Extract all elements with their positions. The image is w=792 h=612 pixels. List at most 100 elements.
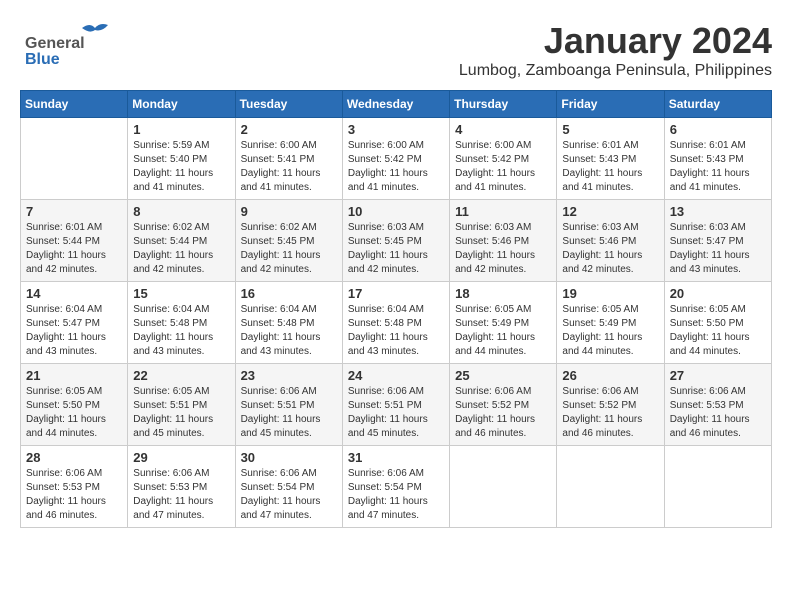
day-info: Sunrise: 5:59 AMSunset: 5:40 PMDaylight:…: [133, 139, 229, 195]
calendar-cell: 1 Sunrise: 5:59 AMSunset: 5:40 PMDaylight…: [128, 118, 235, 200]
weekday-header-saturday: Saturday: [664, 91, 771, 118]
calendar-header: SundayMondayTuesdayWednesdayThursdayFrid…: [21, 91, 772, 118]
calendar-cell: 5 Sunrise: 6:01 AMSunset: 5:43 PMDaylight…: [557, 118, 664, 200]
calendar-cell: 31Sunrise: 6:06 AMSunset: 5:54 PMDayligh…: [342, 446, 449, 528]
day-info: Sunrise: 6:05 AMSunset: 5:49 PMDaylight:…: [455, 303, 551, 359]
calendar-cell: [21, 118, 128, 200]
day-info: Sunrise: 6:06 AMSunset: 5:53 PMDaylight:…: [26, 467, 122, 523]
calendar-cell: 12 Sunrise: 6:03 AMSunset: 5:46 PMDayligh…: [557, 200, 664, 282]
day-number: 17: [348, 286, 444, 301]
day-info: Sunrise: 6:05 AMSunset: 5:50 PMDaylight:…: [26, 385, 122, 441]
day-number: 14: [26, 286, 122, 301]
weekday-header-wednesday: Wednesday: [342, 91, 449, 118]
calendar-cell: 21Sunrise: 6:05 AMSunset: 5:50 PMDayligh…: [21, 364, 128, 446]
day-info: Sunrise: 6:03 AMSunset: 5:46 PMDaylight:…: [455, 221, 551, 277]
calendar-cell: 4Sunrise: 6:00 AMSunset: 5:42 PMDaylight…: [450, 118, 557, 200]
weekday-header-friday: Friday: [557, 91, 664, 118]
calendar-cell: 16 Sunrise: 6:04 AMSunset: 5:48 PMDayligh…: [235, 282, 342, 364]
weekday-header-row: SundayMondayTuesdayWednesdayThursdayFrid…: [21, 91, 772, 118]
calendar-cell: [557, 446, 664, 528]
day-number: 20: [670, 286, 766, 301]
day-info: Sunrise: 6:04 AMSunset: 5:48 PMDaylight:…: [241, 303, 337, 359]
day-number: 29: [133, 450, 229, 465]
day-number: 23: [241, 368, 337, 383]
calendar-table: SundayMondayTuesdayWednesdayThursdayFrid…: [20, 90, 772, 528]
calendar-cell: 20Sunrise: 6:05 AMSunset: 5:50 PMDayligh…: [664, 282, 771, 364]
day-info: Sunrise: 6:06 AMSunset: 5:51 PMDaylight:…: [241, 385, 337, 441]
calendar-cell: 24Sunrise: 6:06 AMSunset: 5:51 PMDayligh…: [342, 364, 449, 446]
calendar-cell: 11 Sunrise: 6:03 AMSunset: 5:46 PMDayligh…: [450, 200, 557, 282]
calendar-week-4: 28 Sunrise: 6:06 AMSunset: 5:53 PMDayligh…: [21, 446, 772, 528]
day-number: 9: [241, 204, 337, 219]
weekday-header-monday: Monday: [128, 91, 235, 118]
day-number: 22: [133, 368, 229, 383]
svg-text:Blue: Blue: [25, 51, 60, 68]
day-info: Sunrise: 6:04 AMSunset: 5:47 PMDaylight:…: [26, 303, 122, 359]
calendar-cell: 9 Sunrise: 6:02 AMSunset: 5:45 PMDaylight…: [235, 200, 342, 282]
calendar-cell: [664, 446, 771, 528]
day-number: 10: [348, 204, 444, 219]
day-info: Sunrise: 6:06 AMSunset: 5:51 PMDaylight:…: [348, 385, 444, 441]
day-info: Sunrise: 6:03 AMSunset: 5:47 PMDaylight:…: [670, 221, 766, 277]
day-info: Sunrise: 6:06 AMSunset: 5:53 PMDaylight:…: [670, 385, 766, 441]
weekday-header-sunday: Sunday: [21, 91, 128, 118]
day-number: 16: [241, 286, 337, 301]
day-info: Sunrise: 6:05 AMSunset: 5:51 PMDaylight:…: [133, 385, 229, 441]
day-info: Sunrise: 6:01 AMSunset: 5:44 PMDaylight:…: [26, 221, 122, 277]
day-info: Sunrise: 6:06 AMSunset: 5:52 PMDaylight:…: [455, 385, 551, 441]
calendar-week-3: 21Sunrise: 6:05 AMSunset: 5:50 PMDayligh…: [21, 364, 772, 446]
day-info: Sunrise: 6:04 AMSunset: 5:48 PMDaylight:…: [133, 303, 229, 359]
calendar-cell: 25 Sunrise: 6:06 AMSunset: 5:52 PMDayligh…: [450, 364, 557, 446]
calendar-cell: 2 Sunrise: 6:00 AMSunset: 5:41 PMDaylight…: [235, 118, 342, 200]
calendar-cell: 7 Sunrise: 6:01 AMSunset: 5:44 PMDaylight…: [21, 200, 128, 282]
day-info: Sunrise: 6:03 AMSunset: 5:46 PMDaylight:…: [562, 221, 658, 277]
calendar-week-1: 7 Sunrise: 6:01 AMSunset: 5:44 PMDaylight…: [21, 200, 772, 282]
calendar-cell: 3Sunrise: 6:00 AMSunset: 5:42 PMDaylight…: [342, 118, 449, 200]
day-number: 7: [26, 204, 122, 219]
day-number: 25: [455, 368, 551, 383]
day-info: Sunrise: 6:00 AMSunset: 5:41 PMDaylight:…: [241, 139, 337, 195]
day-number: 2: [241, 122, 337, 137]
day-number: 28: [26, 450, 122, 465]
calendar-cell: 13 Sunrise: 6:03 AMSunset: 5:47 PMDayligh…: [664, 200, 771, 282]
day-info: Sunrise: 6:06 AMSunset: 5:52 PMDaylight:…: [562, 385, 658, 441]
day-number: 18: [455, 286, 551, 301]
calendar-week-0: 1 Sunrise: 5:59 AMSunset: 5:40 PMDaylight…: [21, 118, 772, 200]
day-number: 5: [562, 122, 658, 137]
day-number: 6: [670, 122, 766, 137]
day-number: 8: [133, 204, 229, 219]
day-info: Sunrise: 6:01 AMSunset: 5:43 PMDaylight:…: [562, 139, 658, 195]
calendar-cell: 27 Sunrise: 6:06 AMSunset: 5:53 PMDayligh…: [664, 364, 771, 446]
calendar-cell: 15 Sunrise: 6:04 AMSunset: 5:48 PMDayligh…: [128, 282, 235, 364]
day-number: 15: [133, 286, 229, 301]
day-info: Sunrise: 6:06 AMSunset: 5:54 PMDaylight:…: [241, 467, 337, 523]
title-block: January 2024 Lumbog, Zamboanga Peninsula…: [459, 20, 772, 80]
calendar-cell: [450, 446, 557, 528]
calendar-cell: 23 Sunrise: 6:06 AMSunset: 5:51 PMDayligh…: [235, 364, 342, 446]
weekday-header-thursday: Thursday: [450, 91, 557, 118]
page-header: General Blue January 2024 Lumbog, Zamboa…: [20, 20, 772, 80]
calendar-cell: 29 Sunrise: 6:06 AMSunset: 5:53 PMDayligh…: [128, 446, 235, 528]
day-number: 12: [562, 204, 658, 219]
day-number: 13: [670, 204, 766, 219]
calendar-cell: 6 Sunrise: 6:01 AMSunset: 5:43 PMDaylight…: [664, 118, 771, 200]
day-number: 27: [670, 368, 766, 383]
day-info: Sunrise: 6:06 AMSunset: 5:54 PMDaylight:…: [348, 467, 444, 523]
calendar-body: 1 Sunrise: 5:59 AMSunset: 5:40 PMDaylight…: [21, 118, 772, 528]
day-info: Sunrise: 6:06 AMSunset: 5:53 PMDaylight:…: [133, 467, 229, 523]
day-info: Sunrise: 6:00 AMSunset: 5:42 PMDaylight:…: [348, 139, 444, 195]
day-info: Sunrise: 6:01 AMSunset: 5:43 PMDaylight:…: [670, 139, 766, 195]
weekday-header-tuesday: Tuesday: [235, 91, 342, 118]
day-number: 1: [133, 122, 229, 137]
calendar-cell: 19Sunrise: 6:05 AMSunset: 5:49 PMDayligh…: [557, 282, 664, 364]
day-info: Sunrise: 6:04 AMSunset: 5:48 PMDaylight:…: [348, 303, 444, 359]
location-title: Lumbog, Zamboanga Peninsula, Philippines: [459, 62, 772, 80]
day-info: Sunrise: 6:03 AMSunset: 5:45 PMDaylight:…: [348, 221, 444, 277]
day-number: 4: [455, 122, 551, 137]
day-number: 30: [241, 450, 337, 465]
calendar-cell: 17 Sunrise: 6:04 AMSunset: 5:48 PMDayligh…: [342, 282, 449, 364]
day-number: 19: [562, 286, 658, 301]
day-number: 11: [455, 204, 551, 219]
day-info: Sunrise: 6:02 AMSunset: 5:45 PMDaylight:…: [241, 221, 337, 277]
calendar-cell: 18 Sunrise: 6:05 AMSunset: 5:49 PMDayligh…: [450, 282, 557, 364]
